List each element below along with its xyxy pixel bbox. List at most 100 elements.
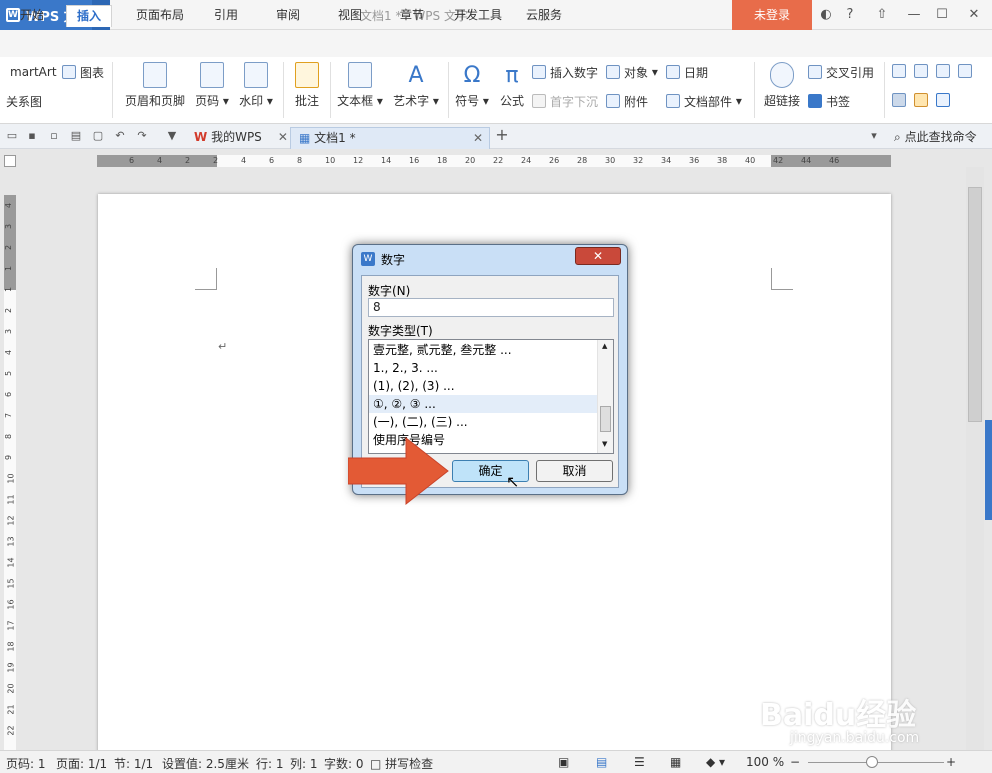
scroll-down-icon[interactable]: ▼ [602, 440, 607, 448]
calendar-icon [666, 65, 680, 79]
formula-button[interactable]: π 公式 [496, 62, 528, 109]
chart-button[interactable]: 图表 [62, 63, 104, 81]
ruler-number: 46 [829, 156, 840, 165]
undo-icon[interactable]: ↶ [112, 128, 128, 144]
tab-dev-tools[interactable]: 开发工具 [444, 5, 512, 27]
web-view-icon[interactable]: ▦ [670, 755, 681, 769]
outline-view-icon[interactable]: ☰ [634, 755, 645, 769]
list-item[interactable]: 1., 2., 3. ... [369, 359, 597, 377]
close-icon[interactable]: ✕ [473, 128, 483, 148]
cancel-button[interactable]: 取消 [536, 460, 613, 482]
scroll-up-icon[interactable]: ▲ [602, 342, 607, 350]
header-footer-icon [143, 62, 167, 88]
list-item[interactable]: (一), (二), (三) ... [369, 413, 597, 431]
maximize-icon[interactable]: ☐ [932, 6, 952, 24]
symbol-button[interactable]: Ω 符号 ▾ [452, 62, 492, 109]
close-icon[interactable]: ✕ [278, 130, 288, 144]
zoom-in-icon[interactable]: + [946, 755, 956, 769]
zoom-slider-handle[interactable] [866, 756, 878, 768]
list-item[interactable]: (1), (2), (3) ... [369, 377, 597, 395]
ruler-number: 2 [185, 156, 191, 165]
page-view-icon[interactable]: ▤ [596, 755, 607, 769]
chevron-down-icon[interactable]: ▼ [164, 128, 180, 144]
ruler-number: 2 [213, 156, 219, 165]
ruler-number: 9 [4, 454, 14, 461]
tab-cloud[interactable]: 云服务 [516, 5, 572, 27]
reading-mode-icon[interactable]: ◆ ▾ [706, 755, 725, 769]
status-setting[interactable]: 设置值: 2.5厘米 [162, 755, 249, 772]
relation-chart-button[interactable]: 关系图 [0, 92, 42, 110]
tab-document1[interactable]: ▦ 文档1 * ✕ [290, 127, 490, 149]
dialog-close-button[interactable]: ✕ [575, 247, 621, 265]
side-panel-toggle[interactable] [985, 420, 992, 520]
minimize-icon[interactable]: — [904, 6, 924, 24]
redo-icon[interactable]: ↷ [134, 128, 150, 144]
bookmark-button[interactable]: 书签 [808, 92, 850, 110]
eraser-icon[interactable] [914, 93, 928, 107]
doc-parts-button[interactable]: 文档部件 ▾ [666, 92, 742, 110]
list-item-selected[interactable]: ①, ②, ③ ... [369, 395, 597, 413]
comment-button[interactable]: 批注 [290, 62, 324, 109]
save-icon[interactable]: ▪ [24, 128, 40, 144]
search-command[interactable]: ⌕ 点此查找命令 [894, 128, 977, 145]
status-words[interactable]: 字数: 0 [324, 755, 364, 772]
export-pdf-icon[interactable]: ▫ [46, 128, 62, 144]
scroll-thumb[interactable] [600, 406, 611, 432]
tab-view[interactable]: 视图 [328, 5, 372, 27]
tab-chapter[interactable]: 章节 [390, 5, 434, 27]
print-icon[interactable]: ▤ [68, 128, 84, 144]
dropcap-button[interactable]: 首字下沉 [532, 92, 598, 110]
object-button[interactable]: 对象 ▾ [606, 63, 658, 81]
textbox-button[interactable]: 文本框 ▾ [336, 62, 384, 109]
header-footer-button[interactable]: 页眉和页脚 [122, 62, 188, 109]
list-scrollbar[interactable]: ▲ ▼ [597, 340, 613, 453]
list-item[interactable]: 壹元整, 贰元整, 叁元整 ... [369, 341, 597, 359]
form-field-icon[interactable] [892, 64, 906, 78]
zoom-level[interactable]: 100 % [746, 755, 784, 769]
wordart-button[interactable]: A 艺术字 ▾ [390, 62, 442, 109]
attachment-button[interactable]: 附件 [606, 92, 648, 110]
display-icon[interactable]: ▾ [866, 128, 882, 144]
form-tools [892, 93, 954, 107]
tab-my-wps[interactable]: W 我的WPS ✕ [186, 127, 296, 149]
fullscreen-icon[interactable]: ▣ [558, 755, 569, 769]
print-preview-icon[interactable]: ▢ [90, 128, 106, 144]
number-input[interactable]: 8 [368, 298, 614, 317]
hyperlink-button[interactable]: 超链接 [760, 62, 804, 109]
tab-reference[interactable]: 引用 [204, 5, 248, 27]
form-shading-icon[interactable] [892, 93, 906, 107]
tab-review[interactable]: 审阅 [266, 5, 310, 27]
ruler-number: 3 [4, 328, 14, 335]
horizontal-ruler[interactable]: 6 4 2 2 4 6 8 10 12 14 16 18 20 22 24 26 28 30 32 34 36 38 40 4… [97, 155, 891, 167]
checkbox-icon[interactable] [914, 64, 928, 78]
ruler-number: 7 [4, 412, 14, 419]
scroll-thumb[interactable] [968, 187, 982, 422]
skin-icon[interactable]: ◐ [816, 6, 836, 24]
ruler-number: 34 [661, 156, 672, 165]
upload-icon[interactable]: ⇧ [872, 6, 892, 24]
zoom-out-icon[interactable]: − [790, 755, 800, 769]
help-icon[interactable]: ? [840, 6, 860, 24]
tab-home[interactable]: 开始 [10, 5, 54, 27]
vertical-scrollbar[interactable] [966, 167, 984, 750]
date-button[interactable]: 日期 [666, 63, 708, 81]
image-field-icon[interactable] [958, 64, 972, 78]
login-button[interactable]: 未登录 [732, 0, 812, 30]
page-number-button[interactable]: 页码 ▾ [192, 62, 232, 109]
smartart-button[interactable]: martArt [10, 63, 57, 81]
tab-insert[interactable]: 插入 [66, 5, 113, 27]
cross-ref-button[interactable]: 交叉引用 [808, 63, 874, 81]
close-icon[interactable]: ✕ [964, 6, 984, 24]
ruler-tab-selector[interactable] [4, 155, 16, 167]
open-folder-icon[interactable]: ▭ [4, 128, 20, 144]
dropdown-field-icon[interactable] [936, 64, 950, 78]
watermark-button[interactable]: 水印 ▾ [236, 62, 276, 109]
comment-icon [295, 62, 319, 88]
vertical-ruler[interactable]: 4 3 2 1 1 2 3 4 5 6 7 8 9 10 11 12 13 14 15 16 17 18 19 20 21 22 [4, 195, 16, 750]
insert-number-button[interactable]: 插入数字 [532, 63, 598, 81]
watermark-brand: Baidu经验 [760, 698, 917, 733]
spell-check-toggle[interactable]: □ 拼写检查 [370, 755, 433, 772]
lock-icon[interactable] [936, 93, 950, 107]
new-tab-icon[interactable]: + [494, 127, 510, 143]
tab-page-layout[interactable]: 页面布局 [126, 5, 194, 27]
